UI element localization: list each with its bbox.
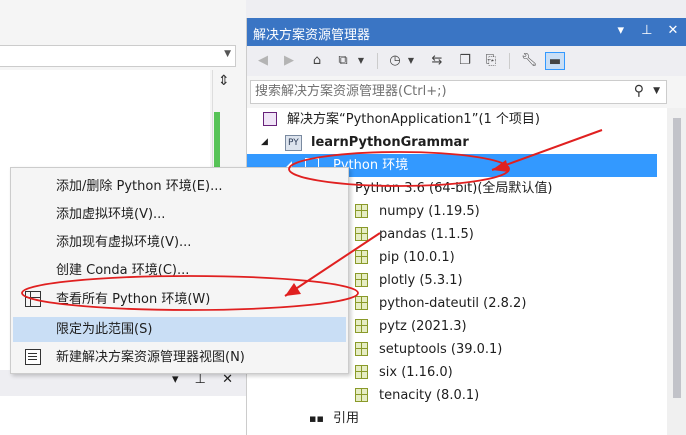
- menu-item-label: 新建解决方案资源管理器视图(N): [56, 350, 245, 365]
- package-label: numpy (1.19.5): [379, 204, 480, 219]
- collapse-arrow-icon[interactable]: ◢: [261, 131, 268, 154]
- toolbar-separator: [509, 53, 510, 69]
- solution-label: 解决方案“PythonApplication1”(1 个项目): [287, 112, 540, 127]
- chevron-down-icon[interactable]: ▼: [224, 49, 231, 59]
- package-label: pandas (1.1.5): [379, 227, 474, 242]
- solution-explorer-title-bar[interactable]: 解决方案资源管理器 ▾ ⊥ ✕: [247, 18, 686, 46]
- editor-navigation-dropdown[interactable]: ▼: [0, 45, 236, 67]
- search-input[interactable]: [255, 84, 625, 99]
- window-position-dropdown-icon[interactable]: ▾: [613, 23, 629, 38]
- show-all-files-icon[interactable]: ⎘: [481, 52, 501, 70]
- tree-node-solution[interactable]: 解决方案“PythonApplication1”(1 个项目): [247, 108, 657, 131]
- package-label: pip (10.0.1): [379, 250, 455, 265]
- package-icon: [355, 319, 368, 333]
- package-icon: [355, 204, 368, 218]
- menu-item-new-solution-explorer-view[interactable]: 新建解决方案资源管理器视图(N): [13, 345, 346, 370]
- project-label: learnPythonGrammar: [311, 135, 469, 150]
- package-label: python-dateutil (2.8.2): [379, 296, 527, 311]
- python-project-icon: PY: [285, 135, 302, 151]
- search-options-dropdown-icon[interactable]: ▼: [653, 86, 660, 96]
- chevron-down-icon[interactable]: ▼: [351, 52, 371, 70]
- pin-icon[interactable]: ⊥: [639, 23, 655, 38]
- interpreter-label: Python 3.6 (64-bit)(全局默认值): [355, 181, 553, 196]
- bottom-panel: [0, 396, 246, 435]
- tree-node-project[interactable]: ◢ PY learnPythonGrammar: [247, 131, 657, 154]
- environments-window-icon: [25, 291, 41, 307]
- bottom-panel-controls[interactable]: ▾ ⊥ ✕: [172, 372, 239, 387]
- menu-item-label: 限定为此范围(S): [56, 322, 153, 337]
- menu-item-scope-to-this[interactable]: 限定为此范围(S): [13, 317, 346, 342]
- scrollbar-thumb[interactable]: [673, 118, 681, 398]
- collapse-all-icon[interactable]: ❐: [455, 52, 475, 70]
- back-icon[interactable]: ◀: [253, 52, 273, 70]
- solution-explorer-search[interactable]: ⚲ ▼: [250, 80, 667, 104]
- switch-views-icon[interactable]: ⧉: [333, 52, 353, 70]
- package-label: tenacity (8.0.1): [379, 388, 480, 403]
- package-icon: [355, 388, 368, 402]
- chevron-down-icon[interactable]: ▼: [401, 52, 421, 70]
- preview-selected-items-icon[interactable]: ▬: [545, 52, 565, 70]
- menu-item-view-all-python-envs[interactable]: 查看所有 Python 环境(W): [13, 287, 346, 312]
- sync-icon[interactable]: ⇆: [427, 52, 447, 70]
- close-icon[interactable]: ✕: [665, 23, 681, 38]
- references-icon: ▪▪: [309, 412, 324, 425]
- package-label: pytz (2021.3): [379, 319, 467, 334]
- solution-explorer-toolbar: ◀ ▶ ⌂ ⧉ ▼ ◷ ▼ ⇆ ❐ ⎘ 🔧︎ ▬: [247, 46, 686, 76]
- package-label: plotly (5.3.1): [379, 273, 463, 288]
- menu-item-label: 添加现有虚拟环境(V)...: [56, 235, 192, 250]
- package-icon: [355, 227, 368, 241]
- package-icon: [355, 273, 368, 287]
- menu-item-label: 添加虚拟环境(V)...: [56, 207, 166, 222]
- toolbar-separator: [377, 53, 378, 69]
- menu-item-label: 查看所有 Python 环境(W): [56, 292, 211, 307]
- menu-item-add-virtual-env[interactable]: 添加虚拟环境(V)...: [13, 202, 346, 227]
- forward-icon[interactable]: ▶: [279, 52, 299, 70]
- menu-item-add-remove-python-env[interactable]: 添加/删除 Python 环境(E)...: [13, 174, 346, 199]
- home-icon[interactable]: ⌂: [307, 52, 327, 70]
- package-label: six (1.16.0): [379, 365, 453, 380]
- package-label: setuptools (39.0.1): [379, 342, 503, 357]
- solution-icon: [263, 112, 277, 126]
- menu-item-label: 创建 Conda 环境(C)...: [56, 263, 190, 278]
- menu-item-create-conda-env[interactable]: 创建 Conda 环境(C)...: [13, 258, 346, 283]
- package-icon: [355, 296, 368, 310]
- package-icon: [355, 250, 368, 264]
- package-icon: [355, 365, 368, 379]
- split-window-icon[interactable]: ⇕: [218, 73, 230, 89]
- vertical-scrollbar[interactable]: [667, 108, 686, 435]
- solution-explorer-title: 解决方案资源管理器: [253, 28, 371, 43]
- menu-item-add-existing-virtual-env[interactable]: 添加现有虚拟环境(V)...: [13, 230, 346, 255]
- package-icon: [355, 342, 368, 356]
- properties-wrench-icon[interactable]: 🔧︎: [519, 52, 539, 70]
- tree-node-references[interactable]: ▪▪ 引用: [247, 407, 657, 430]
- tree-node-package[interactable]: tenacity (8.0.1): [247, 384, 657, 407]
- references-label: 引用: [333, 411, 360, 426]
- context-menu: 添加/删除 Python 环境(E)... 添加虚拟环境(V)... 添加现有虚…: [10, 167, 349, 374]
- new-view-icon: [25, 349, 41, 365]
- menu-item-label: 添加/删除 Python 环境(E)...: [56, 179, 223, 194]
- search-icon[interactable]: ⚲: [634, 83, 644, 99]
